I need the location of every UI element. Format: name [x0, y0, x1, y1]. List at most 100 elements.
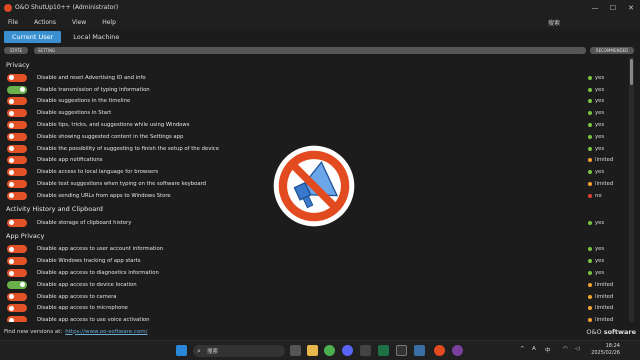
scrollbar[interactable]: [629, 57, 634, 322]
setting-toggle[interactable]: [7, 132, 27, 141]
recommendation-text: yes: [595, 270, 605, 277]
recommendation-text: yes: [595, 219, 605, 226]
setting-toggle[interactable]: [7, 144, 27, 153]
setting-toggle[interactable]: [7, 97, 27, 106]
update-message: Find new versions at:: [4, 328, 63, 335]
setting-label: Disable app access to user account infor…: [37, 246, 164, 253]
setting-toggle[interactable]: [7, 269, 27, 278]
setting-row[interactable]: Disable suggestions in Start yes: [0, 107, 628, 119]
setting-toggle[interactable]: [7, 180, 27, 189]
setting-toggle[interactable]: [7, 168, 27, 177]
photos-icon[interactable]: [414, 345, 425, 356]
setting-label: Disable app access to microphone: [37, 305, 128, 312]
recommendation-text: yes: [595, 74, 605, 81]
status-bar: Find new versions at: https://www.oo-sof…: [0, 325, 640, 338]
setting-toggle[interactable]: [7, 73, 27, 82]
brand-prefix: O&O: [586, 328, 602, 336]
app-icon[interactable]: [360, 345, 371, 356]
setting-row[interactable]: Disable Windows tracking of app starts ye…: [0, 255, 628, 267]
setting-toggle[interactable]: [7, 218, 27, 227]
setting-toggle[interactable]: [7, 85, 27, 94]
setting-row[interactable]: Disable app access to user account infor…: [0, 244, 628, 256]
section-title: Privacy: [6, 60, 30, 69]
recommendation-badge: yes: [588, 134, 604, 140]
column-setting[interactable]: SETTING: [34, 47, 586, 54]
setting-row[interactable]: Disable showing suggested content in the…: [0, 131, 628, 143]
tray-chevron-icon[interactable]: ^: [520, 346, 525, 352]
media-icon[interactable]: [396, 345, 407, 356]
chrome-icon[interactable]: [324, 345, 335, 356]
discord-icon[interactable]: [342, 345, 353, 356]
recommendation-badge: yes: [588, 220, 604, 226]
section-title: App Privacy: [6, 232, 45, 241]
setting-label: Disable suggestions in Start: [37, 110, 112, 117]
setting-row[interactable]: Disable suggestions in the timeline yes: [0, 96, 628, 108]
setting-toggle[interactable]: [7, 121, 27, 130]
setting-row[interactable]: Disable and reset Advertising ID and inf…: [0, 72, 628, 84]
menu-actions[interactable]: Actions: [26, 19, 64, 26]
tab-local-machine[interactable]: Local Machine: [65, 31, 127, 43]
minimize-icon[interactable]: —: [586, 0, 604, 15]
shutup-taskbar-icon[interactable]: [434, 345, 445, 356]
setting-toggle[interactable]: [7, 245, 27, 254]
maximize-icon[interactable]: ☐: [604, 0, 622, 15]
recommendation-badge: limited: [588, 305, 613, 311]
recommendation-text: no: [595, 192, 602, 199]
setting-toggle[interactable]: [7, 156, 27, 165]
recommendation-text: limited: [595, 281, 614, 288]
volume-icon[interactable]: ◁: [575, 346, 579, 352]
setting-toggle[interactable]: [7, 109, 27, 118]
excel-icon[interactable]: [378, 345, 389, 356]
search-icon: ⌕: [197, 347, 201, 355]
clock[interactable]: 18:24 2025/02/26: [591, 343, 620, 357]
column-recommended[interactable]: RECOMMENDED: [590, 47, 634, 54]
search-button[interactable]: 搜索: [548, 18, 560, 27]
setting-label: Disable app notifications: [37, 157, 103, 164]
website-link[interactable]: https://www.oo-software.com/: [65, 329, 147, 335]
setting-row[interactable]: Disable tips, tricks, and suggestions wh…: [0, 119, 628, 131]
setting-row[interactable]: Disable transmission of typing informati…: [0, 84, 628, 96]
recommendation-badge: yes: [588, 87, 604, 93]
column-state[interactable]: STATE: [4, 47, 28, 54]
menu-file[interactable]: File: [0, 19, 26, 26]
setting-row[interactable]: Disable app access to camera limited: [0, 291, 628, 303]
recommendation-text: yes: [595, 110, 605, 117]
recommendation-dot-icon: [588, 170, 592, 175]
recommendation-badge: yes: [588, 270, 604, 276]
setting-row[interactable]: Disable app access to device location lim…: [0, 279, 628, 291]
setting-toggle[interactable]: [7, 292, 27, 301]
menu-view[interactable]: View: [64, 19, 94, 26]
tab-current-user[interactable]: Current User: [4, 31, 62, 43]
setting-toggle[interactable]: [7, 191, 27, 200]
recommendation-dot-icon: [588, 318, 592, 322]
wifi-icon[interactable]: ◠: [563, 346, 568, 352]
taskbar-search[interactable]: ⌕ 搜索: [193, 345, 285, 357]
recommendation-dot-icon: [588, 259, 592, 264]
tray-ime[interactable]: 中: [545, 346, 551, 354]
setting-toggle[interactable]: [7, 304, 27, 313]
close-icon[interactable]: ✕: [622, 0, 640, 15]
tray-language[interactable]: A: [532, 346, 536, 352]
setting-row[interactable]: Disable app access to use voice activati…: [0, 314, 628, 322]
recommendation-badge: yes: [588, 75, 604, 81]
setting-row[interactable]: Disable app access to microphone limited: [0, 303, 628, 315]
recommendation-text: yes: [595, 246, 605, 253]
setting-label: Disable text suggestions when typing on …: [37, 181, 207, 188]
setting-row[interactable]: Disable app access to diagnostics inform…: [0, 267, 628, 279]
recommendation-badge: no: [588, 193, 602, 199]
recommendation-dot-icon: [588, 123, 592, 128]
setting-label: Disable app access to diagnostics inform…: [37, 270, 159, 277]
browser-icon[interactable]: [452, 345, 463, 356]
setting-toggle[interactable]: [7, 257, 27, 266]
recommendation-text: yes: [595, 122, 605, 129]
setting-toggle[interactable]: [7, 280, 27, 289]
recommendation-text: yes: [595, 169, 605, 176]
start-icon[interactable]: [176, 345, 187, 356]
scrollbar-thumb[interactable]: [630, 59, 633, 85]
recommendation-badge: yes: [588, 110, 604, 116]
menu-help[interactable]: Help: [94, 19, 124, 26]
setting-label: Disable app access to device location: [37, 281, 137, 288]
task-view-icon[interactable]: [290, 345, 301, 356]
file-explorer-icon[interactable]: [307, 345, 318, 356]
setting-toggle[interactable]: [7, 316, 27, 322]
